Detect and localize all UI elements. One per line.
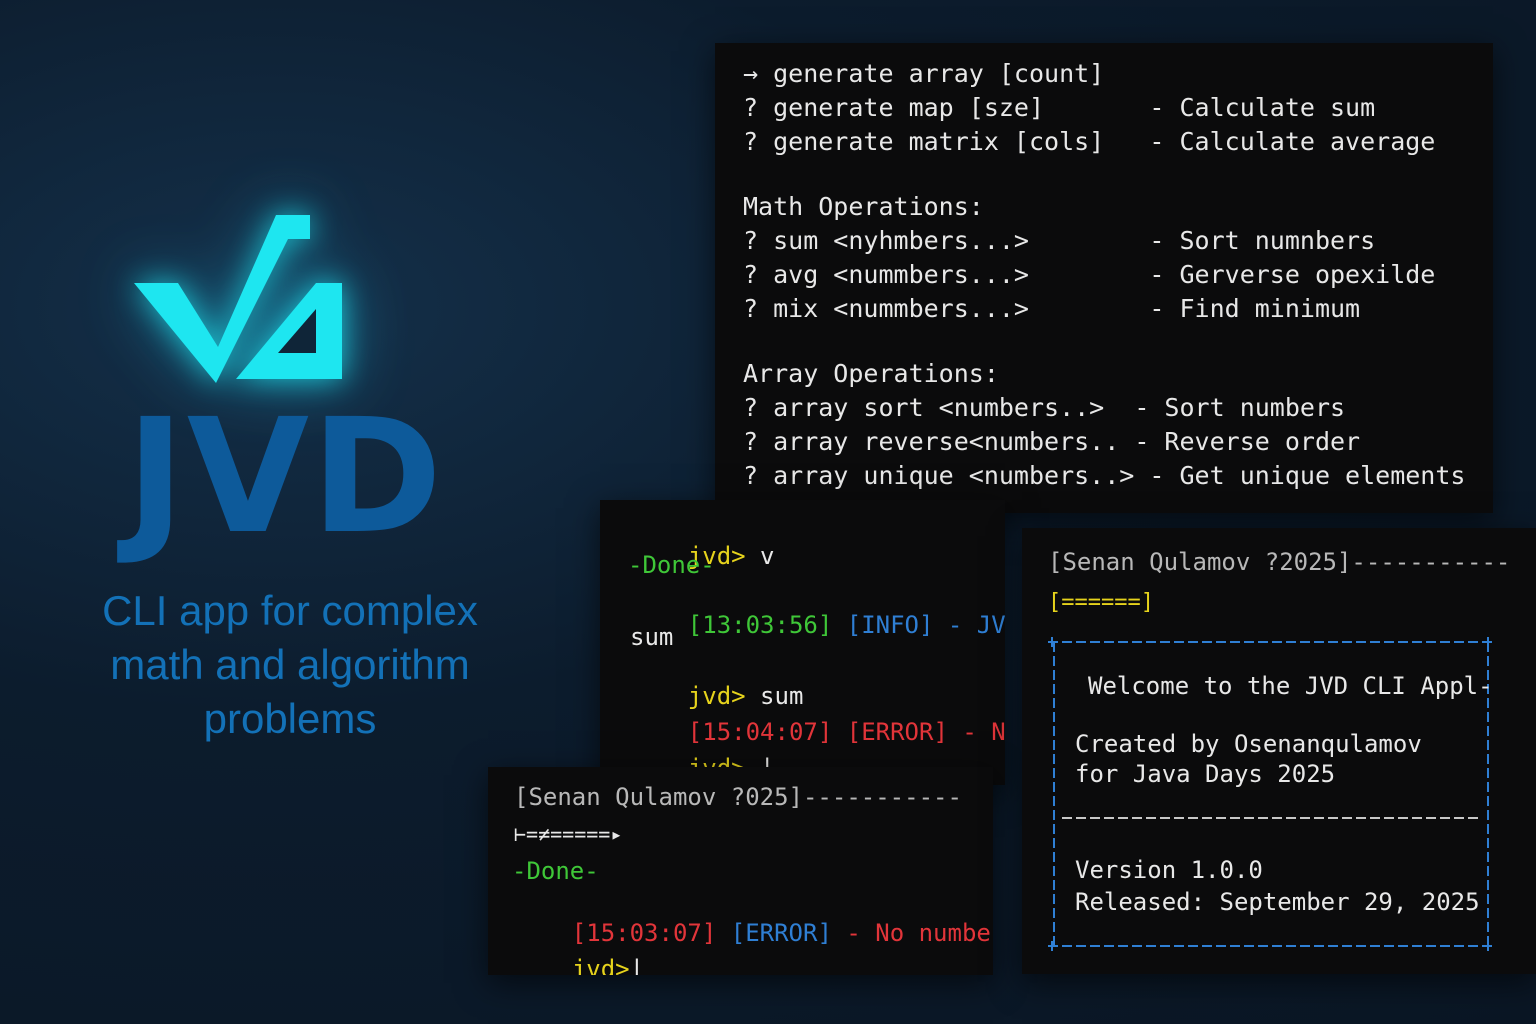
created-by: Created by Osenanqulamov <box>1075 730 1422 758</box>
help-line: ? sum <nyhmbers...> - Sort numnbers <box>743 226 1376 255</box>
log-message: - No numb <box>962 718 1005 746</box>
brand-name: JVD <box>126 385 445 569</box>
section-heading-array: Array Operations: <box>743 359 999 388</box>
help-line: ? array sort <numbers..> - Sort numbers <box>743 393 1346 422</box>
done-message: -Done- <box>512 857 599 885</box>
help-line: → generate array [count] <box>743 59 1105 88</box>
help-line: ? generate matrix [cols] - Calculate ave… <box>743 127 1436 156</box>
log-level-error: [ERROR] <box>846 718 948 746</box>
tagline-line-1: CLI app for complex <box>102 587 478 634</box>
tagline-line-3: problems <box>203 695 377 742</box>
help-line: ? avg <nummbers...> - Gerverse opexilde <box>743 260 1436 289</box>
welcome-terminal: [Senan Qulamov ?2025]----------- [======… <box>1022 528 1536 974</box>
progress-bar: ⊢=≠=====▸ <box>514 822 623 846</box>
log-level-error: [ERROR] <box>730 919 832 947</box>
log-level-info: [INFO] <box>846 611 934 639</box>
section-heading-math: Math Operations: <box>743 192 984 221</box>
jvd-logo-icon <box>120 205 360 395</box>
session-terminal[interactable]: jvd> v -Done- [13:03:56] [INFO] - JVD CL… <box>600 500 1005 785</box>
help-terminal: → generate array [count] ? generate map … <box>715 43 1493 513</box>
text-cursor: | <box>629 955 645 975</box>
tagline-line-2: math and algorithm <box>110 641 470 688</box>
bottom-terminal[interactable]: [Senan Qulamov ?025]----------- ⊢=≠=====… <box>488 767 993 975</box>
command-text: v <box>760 542 775 570</box>
terminal-header: [Senan Qulamov ?2025]----------- <box>1048 548 1511 576</box>
help-line: ? array unique <numbers..> - Get unique … <box>743 461 1466 490</box>
echo-output: sum <box>630 623 674 651</box>
welcome-message: Welcome to the JVD CLI Appl- <box>1088 672 1493 700</box>
help-line: ? generate map [sze] - Calculate sum <box>743 93 1376 122</box>
help-line: ? mix <nummbers...> - Find minimum <box>743 294 1361 323</box>
release-date: Released: September 29, 2025 <box>1075 888 1480 916</box>
event-name: for Java Days 2025 <box>1075 760 1336 788</box>
done-message: -Done- <box>628 551 715 579</box>
prompt: jvd> <box>571 955 630 975</box>
command-input[interactable]: jvd>| <box>514 933 644 975</box>
log-timestamp: [13:03:56] <box>687 611 833 639</box>
log-message: - JVD CLI <box>947 611 1005 639</box>
progress-bar: [======] <box>1048 590 1154 615</box>
version-text: Version 1.0.0 <box>1075 856 1263 884</box>
terminal-header: [Senan Qulamov ?025]----------- <box>514 783 962 811</box>
log-message: - No number pro <box>846 919 993 947</box>
help-line: ? array reverse<numbers.. - Reverse orde… <box>743 427 1361 456</box>
